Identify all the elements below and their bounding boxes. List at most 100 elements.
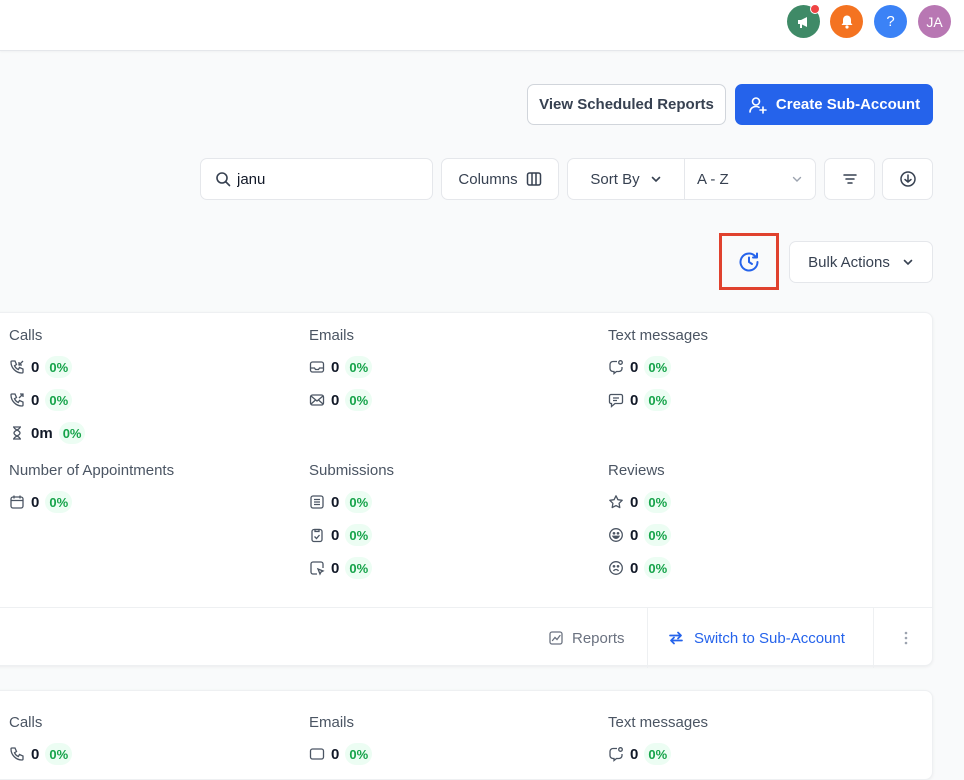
inbox-icon (309, 361, 325, 373)
form-icon (310, 495, 324, 509)
notifications-button[interactable] (830, 5, 863, 38)
download-circle-icon (899, 171, 916, 187)
calls-outgoing-value: 0 (31, 391, 40, 409)
emails-received-value: 0 (331, 358, 340, 376)
texts-sent-metric: 0 0% (608, 389, 672, 411)
calls-title: Calls (9, 714, 43, 731)
filter-button[interactable] (824, 158, 875, 200)
user-plus-icon (749, 96, 767, 114)
submissions-checklist-pct: 0% (345, 524, 373, 546)
text-messages-title: Text messages (608, 714, 709, 731)
view-scheduled-reports-label: View Scheduled Reports (539, 96, 714, 113)
emails-received-pct: 0% (345, 356, 373, 378)
search-input[interactable] (237, 170, 417, 188)
appointments-value: 0 (31, 493, 40, 511)
submissions-forms-pct: 0% (345, 491, 373, 513)
texts-received-pct: 0% (644, 356, 672, 378)
smile-icon (609, 528, 623, 542)
sort-by-label: Sort By (590, 170, 640, 188)
reviews-negative-value: 0 (630, 559, 639, 577)
reviews-positive-value: 0 (630, 526, 639, 544)
submissions-checklist-metric: 0 0% (309, 524, 373, 546)
reviews-total-pct: 0% (644, 491, 672, 513)
switch-to-sub-account-link[interactable]: Switch to Sub-Account (668, 608, 845, 668)
bulk-actions-button[interactable]: Bulk Actions (789, 241, 933, 283)
emails-sent-pct: 0% (345, 389, 373, 411)
emails-title: Emails (309, 327, 355, 344)
view-scheduled-reports-button[interactable]: View Scheduled Reports (527, 84, 726, 125)
message-square-icon (608, 393, 624, 408)
sort-by-dropdown[interactable]: Sort By (568, 159, 685, 199)
survey-icon (310, 561, 325, 576)
search-box[interactable] (200, 158, 433, 200)
calendar-icon (10, 495, 24, 509)
metric-value: 0 (331, 745, 340, 763)
submissions-title: Submissions (309, 462, 395, 479)
calls-outgoing-metric: 0 0% (9, 389, 73, 411)
chevron-down-icon (792, 176, 802, 182)
create-sub-account-label: Create Sub-Account (775, 96, 921, 113)
outgoing-call-icon (10, 393, 24, 407)
submissions-surveys-value: 0 (331, 559, 340, 577)
more-vertical-icon (904, 631, 908, 645)
emails-sent-value: 0 (331, 391, 340, 409)
emails-received-metric: 0 0% (309, 743, 373, 765)
texts-sent-value: 0 (630, 391, 639, 409)
reviews-title: Reviews (608, 462, 665, 479)
more-options-button[interactable] (891, 608, 921, 668)
chart-icon (549, 631, 563, 645)
download-button[interactable] (882, 158, 933, 200)
metric-value: 0 (31, 745, 40, 763)
chat-bubble-dot-icon (609, 360, 623, 375)
footer-divider (873, 608, 874, 668)
metric-pct: 0% (345, 743, 373, 765)
calls-duration-pct: 0% (58, 422, 86, 444)
texts-received-metric: 0 0% (608, 356, 672, 378)
sort-control: Sort By A - Z (567, 158, 816, 200)
star-icon (609, 495, 623, 509)
reviews-positive-metric: 0 0% (608, 524, 672, 546)
sort-order-select[interactable]: A - Z (685, 159, 815, 199)
reviews-positive-pct: 0% (644, 524, 672, 546)
top-bar: ? JA (0, 0, 964, 51)
inbox-icon (309, 748, 325, 760)
avatar[interactable]: JA (918, 5, 951, 38)
chevron-down-icon (903, 259, 913, 266)
history-refresh-icon (739, 252, 759, 271)
history-button[interactable] (719, 233, 779, 290)
metric-pct: 0% (644, 743, 672, 765)
calls-incoming-pct: 0% (45, 356, 73, 378)
emails-sent-metric: 0 0% (309, 389, 373, 411)
megaphone-icon (797, 16, 807, 28)
help-button[interactable]: ? (874, 5, 907, 38)
columns-icon (526, 172, 541, 186)
calls-incoming-metric: 0 0% (9, 356, 73, 378)
columns-button[interactable]: Columns (441, 158, 559, 200)
submissions-forms-metric: 0 0% (309, 491, 373, 513)
submissions-surveys-pct: 0% (345, 557, 373, 579)
submissions-surveys-metric: 0 0% (309, 557, 373, 579)
chat-bubble-dot-icon (609, 747, 623, 762)
submissions-forms-value: 0 (331, 493, 340, 511)
create-sub-account-button[interactable]: Create Sub-Account (735, 84, 933, 125)
calls-duration-value: 0m (31, 424, 53, 442)
search-icon (216, 172, 231, 187)
submissions-checklist-value: 0 (331, 526, 340, 544)
reviews-negative-metric: 0 0% (608, 557, 672, 579)
emails-title: Emails (309, 714, 355, 731)
avatar-initials: JA (926, 13, 943, 30)
sub-account-card: Calls 0 0% 0 0% 0m 0% Emails 0 0% 0 0% T… (0, 312, 933, 668)
switch-to-sub-account-label: Switch to Sub-Account (694, 629, 845, 647)
reports-link[interactable]: Reports (548, 608, 625, 668)
columns-label: Columns (458, 170, 518, 188)
calls-incoming-value: 0 (31, 358, 40, 376)
switch-arrows-icon (669, 631, 683, 645)
filter-icon (842, 174, 857, 184)
texts-sent-pct: 0% (644, 389, 672, 411)
reviews-negative-pct: 0% (644, 557, 672, 579)
appointments-pct: 0% (45, 491, 73, 513)
texts-received-value: 0 (630, 358, 639, 376)
appointments-metric: 0 0% (9, 491, 73, 513)
clipboard-check-icon (311, 528, 323, 543)
sort-order-value: A - Z (697, 170, 729, 188)
